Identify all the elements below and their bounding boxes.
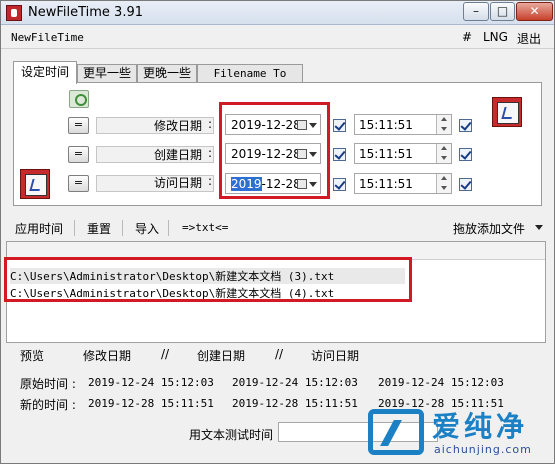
created-time-checkbox[interactable] [459, 148, 472, 161]
minimize-button[interactable]: – [463, 2, 489, 21]
row-accessed-label: 访问日期 [154, 176, 203, 190]
original-accessed: 2019-12-24 15:12:03 [378, 376, 504, 389]
window-title: NewFileTime 3.91 [28, 5, 144, 20]
row-created-equal-button[interactable]: = [68, 146, 89, 163]
spin-arrows-icon[interactable] [436, 144, 451, 163]
toolbar-separator [168, 220, 169, 236]
spin-arrows-icon[interactable] [436, 174, 451, 193]
accessed-time-checkbox[interactable] [459, 178, 472, 191]
highlight-date-column [219, 102, 330, 199]
test-time-label: 用文本测试时间 [189, 428, 274, 442]
accessed-time-value: 15:11:51 [359, 177, 413, 191]
watermark-text: 爱纯净 [432, 410, 529, 443]
app-window: NewFileTime 3.91 – □ ✕ NewFileTime # LNG… [0, 0, 555, 464]
accessed-date-checkbox[interactable] [333, 178, 346, 191]
clock-file-icon[interactable] [492, 97, 522, 127]
row-accessed-equal-button[interactable]: = [68, 175, 89, 192]
menu-app-name: NewFileTime [11, 31, 84, 44]
tab-later[interactable]: 更晚一些 [137, 64, 197, 83]
watermark-url: aichunjing.com [434, 443, 532, 456]
menu-exit[interactable]: 退出 [517, 30, 541, 47]
maximize-button[interactable]: □ [490, 2, 515, 21]
row-modified-colon: : [208, 117, 213, 131]
apply-time-button[interactable]: 应用时间 [15, 220, 63, 237]
toolbar-separator [74, 220, 75, 236]
preview-header: 预览 [20, 347, 44, 364]
modified-date-checkbox[interactable] [333, 119, 346, 132]
menu-bar: NewFileTime # LNG 退出 [1, 27, 554, 49]
tab-earlier[interactable]: 更早一些 [77, 64, 137, 83]
chevron-down-icon[interactable] [535, 225, 543, 230]
tab-filename-to-time[interactable]: Filename To Time [197, 64, 303, 97]
watermark-logo-icon [368, 409, 424, 455]
header-created: 创建日期 [197, 349, 246, 363]
original-time-label: 原始时间 : [20, 377, 76, 391]
header-sep-2: // [275, 347, 284, 361]
menu-language[interactable]: LNG [483, 30, 508, 44]
new-time-label: 新的时间 : [20, 398, 76, 412]
title-bar: NewFileTime 3.91 – □ ✕ [1, 1, 554, 25]
row-modified-equal-button[interactable]: = [68, 117, 89, 134]
created-time-field[interactable]: 15:11:51 [354, 143, 452, 164]
header-modified: 修改日期 [83, 349, 132, 363]
refresh-icon[interactable] [69, 90, 89, 108]
modified-time-value: 15:11:51 [359, 118, 413, 132]
menu-hash[interactable]: # [462, 30, 472, 44]
header-sep-1: // [161, 347, 170, 361]
new-created: 2019-12-28 15:11:51 [232, 397, 358, 410]
created-time-value: 15:11:51 [359, 147, 413, 161]
toolbar-separator [122, 220, 123, 236]
accessed-time-field[interactable]: 15:11:51 [354, 173, 452, 194]
original-modified: 2019-12-24 15:12:03 [88, 376, 214, 389]
row-modified-label: 修改日期 [154, 119, 203, 133]
new-modified: 2019-12-28 15:11:51 [88, 397, 214, 410]
drag-add-files-button[interactable]: 拖放添加文件 [453, 220, 525, 237]
row-created-label: 创建日期 [154, 148, 203, 162]
tab-set-time[interactable]: 设定时间 [13, 61, 77, 84]
preview-label: 预览 [20, 349, 45, 363]
txt-export-button[interactable]: =>txt<= [182, 221, 228, 234]
modified-time-checkbox[interactable] [459, 119, 472, 132]
original-created: 2019-12-24 15:12:03 [232, 376, 358, 389]
import-button[interactable]: 导入 [135, 220, 159, 237]
watermark: 爱纯净 aichunjing.com [364, 403, 554, 463]
close-button[interactable]: ✕ [516, 2, 553, 21]
reset-button[interactable]: 重置 [87, 220, 111, 237]
row-accessed-colon: : [208, 174, 213, 188]
app-logo-icon [6, 5, 22, 21]
row-created-colon: : [208, 146, 213, 160]
action-toolbar: 应用时间 重置 导入 =>txt<= 拖放添加文件 [1, 216, 554, 240]
spin-arrows-icon[interactable] [436, 115, 451, 134]
created-date-checkbox[interactable] [333, 148, 346, 161]
header-accessed: 访问日期 [311, 349, 360, 363]
clock-file-icon-left[interactable] [20, 169, 50, 199]
highlight-file-list [4, 257, 412, 302]
modified-time-field[interactable]: 15:11:51 [354, 114, 452, 135]
